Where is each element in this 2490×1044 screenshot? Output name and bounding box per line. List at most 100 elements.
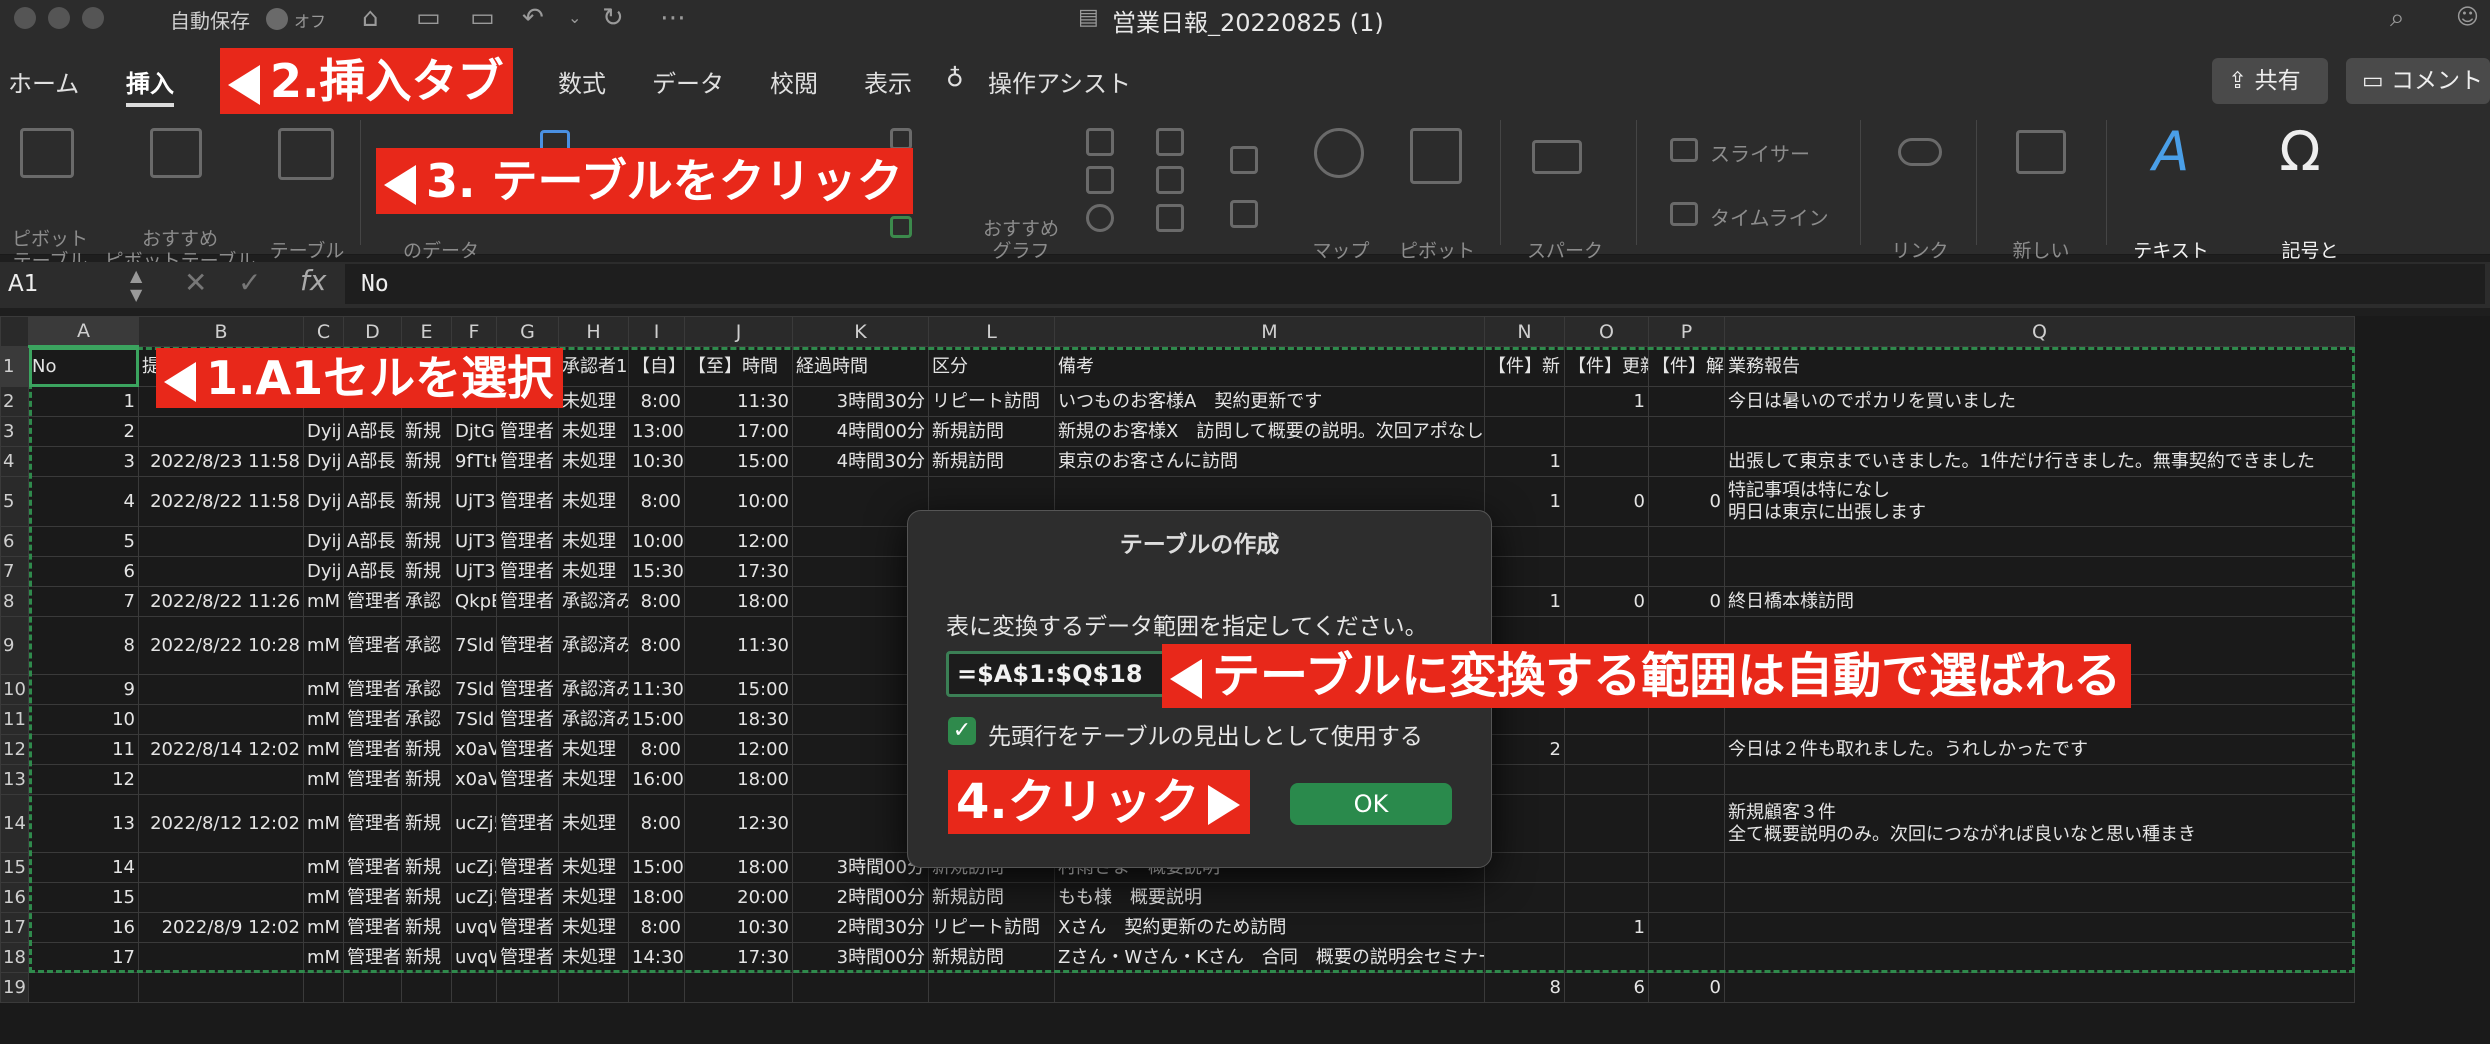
cell-b4[interactable]: 2022/8/23 11:58 — [138, 446, 304, 477]
cell-p15[interactable] — [1648, 852, 1725, 883]
cell-p17[interactable] — [1648, 912, 1725, 943]
symbols-button[interactable]: Ω 記号と 特殊文字 — [2250, 120, 2370, 284]
cell-n7[interactable] — [1484, 556, 1565, 587]
cell-i2[interactable]: 8:00 — [628, 386, 685, 417]
cell-i11[interactable]: 15:00 — [628, 704, 685, 735]
cell-o2[interactable]: 1 — [1564, 386, 1649, 417]
undo-icon[interactable]: ↶ — [522, 2, 544, 34]
cell-e18[interactable]: 新規 — [401, 942, 452, 973]
row-header-1[interactable]: 1 — [0, 346, 29, 387]
cell-e4[interactable]: 新規 — [401, 446, 452, 477]
cell-b8[interactable]: 2022/8/22 11:26 — [138, 586, 304, 617]
cell-o1[interactable]: 【件】更新 — [1564, 346, 1649, 387]
cell-m17[interactable]: Xさん 契約更新のため訪問 — [1054, 912, 1485, 943]
cell-j18[interactable]: 17:30 — [684, 942, 793, 973]
cell-h5[interactable]: 未処理 — [558, 476, 629, 527]
cell-g10[interactable]: 管理者 — [496, 674, 559, 705]
more-icon[interactable]: ⋯ — [660, 2, 686, 34]
row-header-6[interactable]: 6 — [0, 526, 29, 557]
row-header-4[interactable]: 4 — [0, 446, 29, 477]
maximize-window-button[interactable] — [82, 7, 104, 29]
cell-e16[interactable]: 新規 — [401, 882, 452, 913]
pivot-chart-button[interactable]: ピボット グラフ — [1392, 120, 1482, 284]
cell-p12[interactable] — [1648, 734, 1725, 765]
cell-b3[interactable] — [138, 416, 304, 447]
cell-c7[interactable]: Dyij — [303, 556, 344, 587]
cell-n12[interactable]: 2 — [1484, 734, 1565, 765]
cell-d14[interactable]: 管理者 — [343, 794, 402, 853]
cell-p16[interactable] — [1648, 882, 1725, 913]
cell-d16[interactable]: 管理者 — [343, 882, 402, 913]
cell-q2[interactable]: 今日は暑いのでポカリを買いました — [1724, 386, 2355, 417]
text-button[interactable]: A テキスト — [2116, 120, 2226, 262]
cell-q3[interactable] — [1724, 416, 2355, 447]
cell-o18[interactable] — [1564, 942, 1649, 973]
ok-button[interactable]: OK — [1290, 783, 1452, 825]
cell-j8[interactable]: 18:00 — [684, 586, 793, 617]
cell-l16[interactable]: 新規訪問 — [928, 882, 1055, 913]
cell-m3[interactable]: 新規のお客様X 訪問して概要の説明。次回アポなし — [1054, 416, 1485, 447]
cell-o15[interactable] — [1564, 852, 1649, 883]
cell-i9[interactable]: 8:00 — [628, 616, 685, 675]
cell-p11[interactable] — [1648, 704, 1725, 735]
cell-h9[interactable]: 承認済み — [558, 616, 629, 675]
cell-b17[interactable]: 2022/8/9 12:02 — [138, 912, 304, 943]
cell-g16[interactable]: 管理者 — [496, 882, 559, 913]
cell-p2[interactable] — [1648, 386, 1725, 417]
cell-a4[interactable]: 3 — [28, 446, 139, 477]
cell-f19[interactable] — [451, 972, 497, 1003]
cell-n4[interactable]: 1 — [1484, 446, 1565, 477]
cell-e19[interactable] — [401, 972, 452, 1003]
cell-d10[interactable]: 管理者 — [343, 674, 402, 705]
row-header-13[interactable]: 13 — [0, 764, 29, 795]
minimize-window-button[interactable] — [48, 7, 70, 29]
cell-e12[interactable]: 新規 — [401, 734, 452, 765]
slicer-button[interactable]: スライサー — [1710, 138, 1810, 167]
column-header-f[interactable]: F — [451, 316, 497, 347]
header-row-checkbox-label[interactable]: 先頭行をテーブルの見出しとして使用する — [988, 717, 1423, 751]
cell-n16[interactable] — [1484, 882, 1565, 913]
cell-j4[interactable]: 15:00 — [684, 446, 793, 477]
cell-b12[interactable]: 2022/8/14 12:02 — [138, 734, 304, 765]
cell-k3[interactable]: 4時間00分 — [792, 416, 929, 447]
cell-i6[interactable]: 10:00 — [628, 526, 685, 557]
column-header-a[interactable]: A — [28, 316, 139, 348]
cell-h17[interactable]: 未処理 — [558, 912, 629, 943]
cell-c6[interactable]: Dyij — [303, 526, 344, 557]
save-icon[interactable]: ▭ — [416, 2, 441, 34]
row-header-2[interactable]: 2 — [0, 386, 29, 417]
cell-k19[interactable] — [792, 972, 929, 1003]
row-header-9[interactable]: 9 — [0, 616, 29, 675]
cell-c11[interactable]: mM — [303, 704, 344, 735]
cell-j15[interactable]: 18:00 — [684, 852, 793, 883]
cell-o8[interactable]: 0 — [1564, 586, 1649, 617]
cell-p3[interactable] — [1648, 416, 1725, 447]
cell-g12[interactable]: 管理者 — [496, 734, 559, 765]
cell-b5[interactable]: 2022/8/22 11:58 — [138, 476, 304, 527]
cell-o5[interactable]: 0 — [1564, 476, 1649, 527]
cell-n3[interactable] — [1484, 416, 1565, 447]
cell-g7[interactable]: 管理者 — [496, 556, 559, 587]
cell-b7[interactable] — [138, 556, 304, 587]
cell-q15[interactable] — [1724, 852, 2355, 883]
cell-k2[interactable]: 3時間30分 — [792, 386, 929, 417]
column-header-o[interactable]: O — [1564, 316, 1649, 347]
cell-h11[interactable]: 承認済み — [558, 704, 629, 735]
cell-i13[interactable]: 16:00 — [628, 764, 685, 795]
cell-b18[interactable] — [138, 942, 304, 973]
column-header-l[interactable]: L — [928, 316, 1055, 347]
cell-a14[interactable]: 13 — [28, 794, 139, 853]
cell-g8[interactable]: 管理者 — [496, 586, 559, 617]
cell-d7[interactable]: A部長 — [343, 556, 402, 587]
cell-c14[interactable]: mM — [303, 794, 344, 853]
cell-h8[interactable]: 承認済み — [558, 586, 629, 617]
cell-l17[interactable]: リピート訪問 — [928, 912, 1055, 943]
cell-d15[interactable]: 管理者 — [343, 852, 402, 883]
cell-l3[interactable]: 新規訪問 — [928, 416, 1055, 447]
cell-j7[interactable]: 17:30 — [684, 556, 793, 587]
cell-a9[interactable]: 8 — [28, 616, 139, 675]
cell-o4[interactable] — [1564, 446, 1649, 477]
cell-e7[interactable]: 新規 — [401, 556, 452, 587]
cell-f18[interactable]: uvqWgJ — [451, 942, 497, 973]
cell-g13[interactable]: 管理者 — [496, 764, 559, 795]
